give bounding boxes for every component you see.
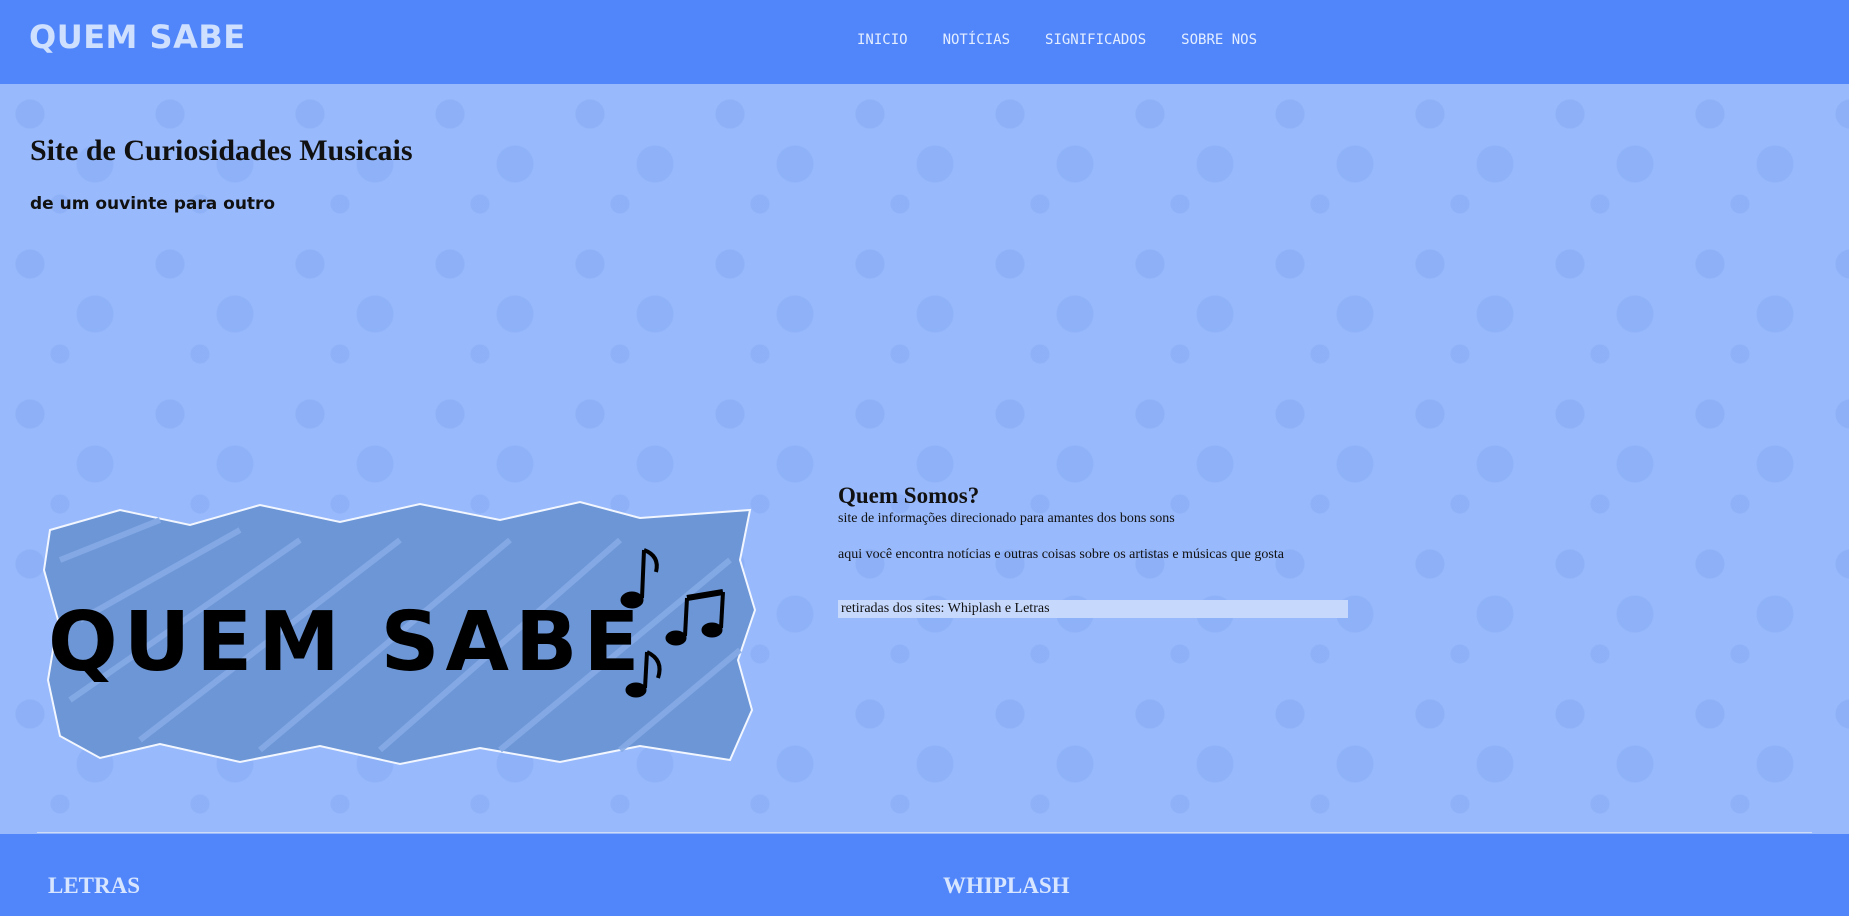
nav-inicio[interactable]: INICIO (857, 32, 908, 48)
quem-sabe-logo-image: QUEM SABE (42, 500, 757, 766)
page-title: Site de Curiosidades Musicais (30, 134, 413, 167)
about-line-2: aqui você encontra notícias e outras coi… (838, 547, 1284, 562)
about-heading: Quem Somos? (838, 483, 980, 508)
sources-note: retiradas dos sites: Whiplash e Letras (838, 600, 1348, 618)
footer-letras-title[interactable]: LETRAS (48, 873, 140, 899)
nav-noticias[interactable]: NOTÍCIAS (943, 32, 1010, 48)
footer-divider (37, 832, 1812, 833)
brand-logo[interactable]: QUEM SABE (29, 18, 246, 56)
about-section: Quem Somos? site de informações direcion… (838, 482, 1348, 618)
site-footer: LETRAS WHIPLASH (0, 834, 1849, 916)
page-subtitle: de um ouvinte para outro (30, 194, 276, 214)
footer-whiplash-title[interactable]: WHIPLASH (943, 873, 1070, 899)
nav-significados[interactable]: SIGNIFICADOS (1045, 32, 1146, 48)
nav-sobre-nos[interactable]: SOBRE NOS (1181, 32, 1257, 48)
main-nav: INICIO NOTÍCIAS SIGNIFICADOS SOBRE NOS (857, 32, 1257, 48)
logo-text: QUEM SABE (48, 595, 646, 690)
about-line-1: site de informações direcionado para ama… (838, 511, 1175, 526)
site-header: QUEM SABE INICIO NOTÍCIAS SIGNIFICADOS S… (0, 0, 1849, 84)
